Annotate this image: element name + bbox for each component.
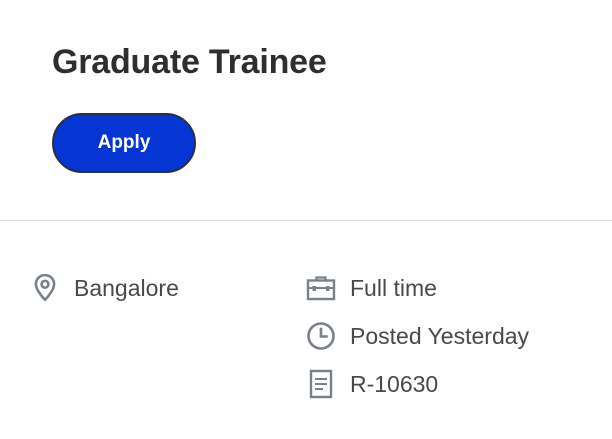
apply-button[interactable]: Apply [52, 113, 196, 173]
job-posted-date: Posted Yesterday [306, 319, 529, 353]
job-title: Graduate Trainee [52, 43, 327, 81]
location-pin-icon [30, 273, 60, 303]
job-time-type: Full time [306, 271, 437, 305]
posted-text: Posted Yesterday [350, 322, 530, 349]
briefcase-icon [306, 273, 336, 303]
location-text: Bangalore [74, 274, 179, 301]
time-type-text: Full time [350, 274, 437, 301]
requisition-text: R-10630 [350, 370, 439, 397]
section-divider [0, 220, 612, 221]
clock-icon [306, 321, 336, 351]
document-icon [306, 369, 336, 399]
job-location: Bangalore [30, 271, 179, 305]
job-requisition-id: R-10630 [306, 367, 438, 401]
job-posting-page: Graduate Trainee Apply Bangalore Full ti… [0, 0, 612, 439]
